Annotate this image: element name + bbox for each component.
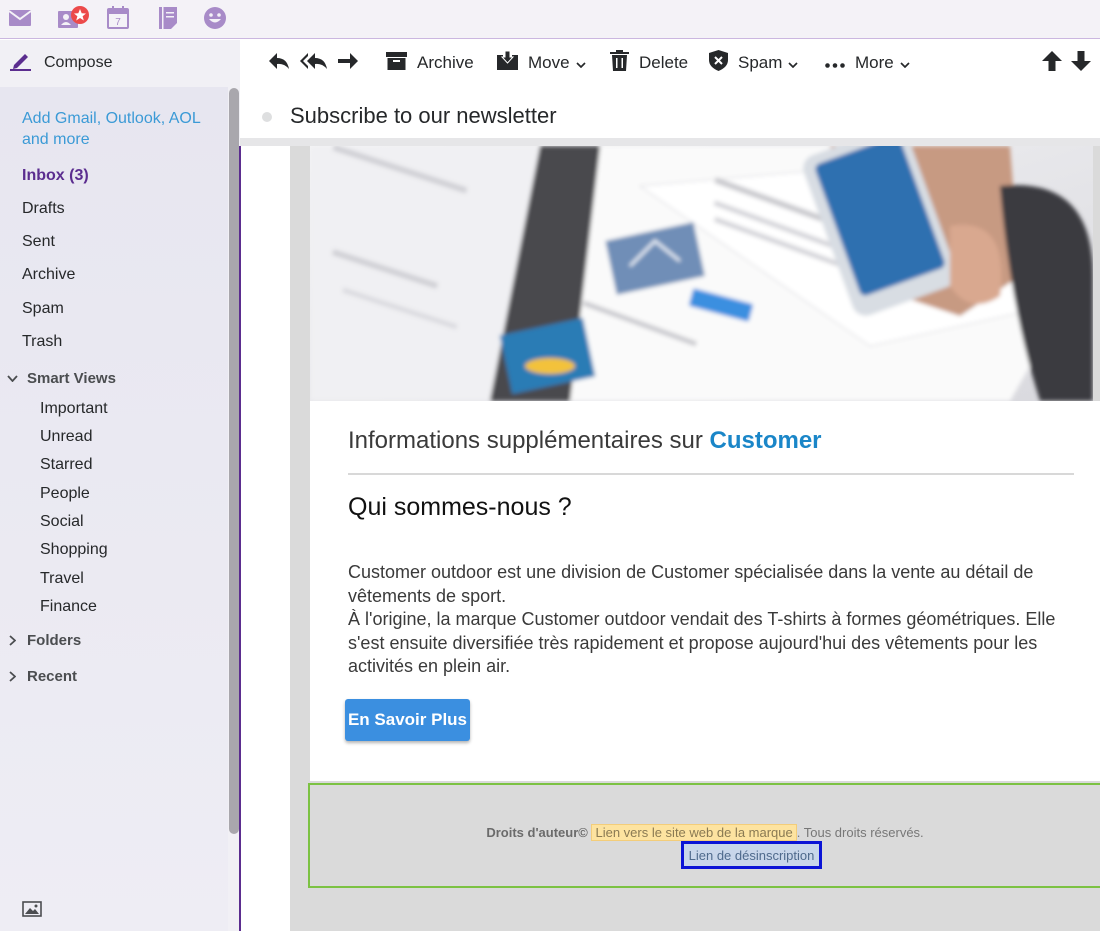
footer-copyright-line: Droits d'auteur© Lien vers le site web d…	[310, 824, 1100, 841]
mail-icon[interactable]	[7, 6, 33, 30]
delete-button[interactable]: Delete	[610, 40, 688, 86]
contacts-icon[interactable]	[57, 6, 91, 30]
sidebar-scroll-thumb[interactable]	[229, 88, 239, 834]
recent-label: Recent	[27, 668, 78, 685]
folder-trash[interactable]: Trash	[22, 333, 62, 351]
svg-text:7: 7	[115, 17, 121, 28]
pencil-icon	[10, 51, 32, 76]
message-subject: Subscribe to our newsletter	[290, 103, 557, 128]
spam-button[interactable]: Spam	[709, 40, 808, 86]
forward-button[interactable]	[337, 40, 369, 86]
app-bar: 7	[0, 0, 1100, 39]
previous-message-button[interactable]	[1042, 40, 1072, 86]
chevron-down-icon	[788, 53, 808, 73]
folders-toggle[interactable]: Folders	[6, 632, 81, 649]
message-toolbar: Archive Move Delete Spam More	[240, 40, 1100, 86]
reply-button[interactable]	[268, 40, 300, 86]
folder-archive[interactable]: Archive	[22, 266, 75, 284]
chevron-down-icon	[575, 53, 596, 73]
divider	[348, 473, 1074, 475]
info-title-text: Informations supplémentaires sur	[348, 427, 710, 454]
folder-spam[interactable]: Spam	[22, 300, 64, 318]
smart-view-important[interactable]: Important	[40, 400, 108, 418]
spam-label: Spam	[738, 53, 783, 72]
forward-icon	[337, 52, 369, 75]
move-button[interactable]: Move	[497, 40, 596, 86]
brand-name: Customer	[709, 427, 822, 454]
folder-sent[interactable]: Sent	[22, 233, 55, 251]
recent-toggle[interactable]: Recent	[6, 668, 77, 685]
image-icon[interactable]	[22, 901, 42, 922]
arrow-down-icon	[1071, 50, 1100, 76]
more-button[interactable]: More	[825, 40, 920, 86]
calendar-icon[interactable]: 7	[105, 6, 131, 30]
smart-view-finance[interactable]: Finance	[40, 598, 97, 616]
chevron-right-icon	[6, 671, 18, 682]
more-label: More	[855, 53, 894, 72]
add-accounts-link[interactable]: Add Gmail, Outlook, AOL and more	[22, 108, 212, 150]
folders-label: Folders	[27, 632, 82, 649]
chevron-down-icon	[900, 53, 920, 73]
archive-label: Archive	[417, 53, 474, 72]
smart-views-label: Smart Views	[27, 370, 116, 387]
reply-all-button[interactable]	[300, 40, 338, 86]
messenger-icon[interactable]	[202, 6, 228, 30]
copyright-text: Droits d'auteur©	[486, 825, 588, 840]
about-paragraph-1: Customer outdoor est une division de Cus…	[348, 562, 1034, 606]
archive-icon	[386, 51, 417, 75]
notepad-icon[interactable]	[155, 6, 181, 30]
hero-image	[310, 146, 1093, 401]
unread-dot[interactable]	[262, 112, 272, 122]
about-paragraph-2: À l'origine, la marque Customer outdoor …	[348, 609, 1056, 676]
sidebar: Compose Add Gmail, Outlook, AOL and more…	[0, 40, 241, 931]
trash-icon	[610, 50, 639, 76]
reply-icon	[268, 52, 300, 75]
ellipsis-icon	[825, 53, 855, 73]
smart-view-travel[interactable]: Travel	[40, 570, 84, 588]
smart-view-unread[interactable]: Unread	[40, 428, 92, 446]
unsubscribe-link[interactable]: Lien de désinscription	[681, 841, 822, 869]
smart-view-people[interactable]: People	[40, 485, 90, 503]
smart-views-toggle[interactable]: Smart Views	[6, 370, 116, 387]
about-paragraph: Customer outdoor est une division de Cus…	[348, 561, 1078, 679]
learn-more-button[interactable]: En Savoir Plus	[345, 699, 470, 741]
compose-label: Compose	[44, 54, 113, 71]
about-heading: Qui sommes-nous ?	[348, 493, 572, 521]
message-header: Subscribe to our newsletter	[240, 86, 1100, 146]
delete-label: Delete	[639, 53, 689, 72]
arrow-up-icon	[1042, 50, 1072, 76]
folder-drafts[interactable]: Drafts	[22, 200, 65, 218]
rights-text: . Tous droits réservés.	[796, 825, 924, 840]
smart-view-shopping[interactable]: Shopping	[40, 541, 108, 559]
shield-icon	[709, 50, 738, 76]
archive-button[interactable]: Archive	[386, 40, 474, 86]
email-footer: Droits d'auteur© Lien vers le site web d…	[308, 783, 1100, 888]
smart-view-social[interactable]: Social	[40, 513, 84, 531]
move-icon	[497, 50, 528, 75]
next-message-button[interactable]	[1071, 40, 1100, 86]
email-content: Informations supplémentaires sur Custome…	[310, 401, 1100, 781]
chevron-down-icon	[6, 375, 18, 382]
reply-all-icon	[300, 52, 338, 75]
chevron-right-icon	[6, 635, 18, 646]
compose-button[interactable]: Compose	[0, 40, 240, 86]
brand-website-link[interactable]: Lien vers le site web de la marque	[591, 824, 797, 841]
move-label: Move	[528, 53, 570, 72]
info-title: Informations supplémentaires sur Custome…	[348, 427, 822, 455]
folder-inbox[interactable]: Inbox (3)	[22, 167, 89, 185]
smart-view-starred[interactable]: Starred	[40, 456, 92, 474]
